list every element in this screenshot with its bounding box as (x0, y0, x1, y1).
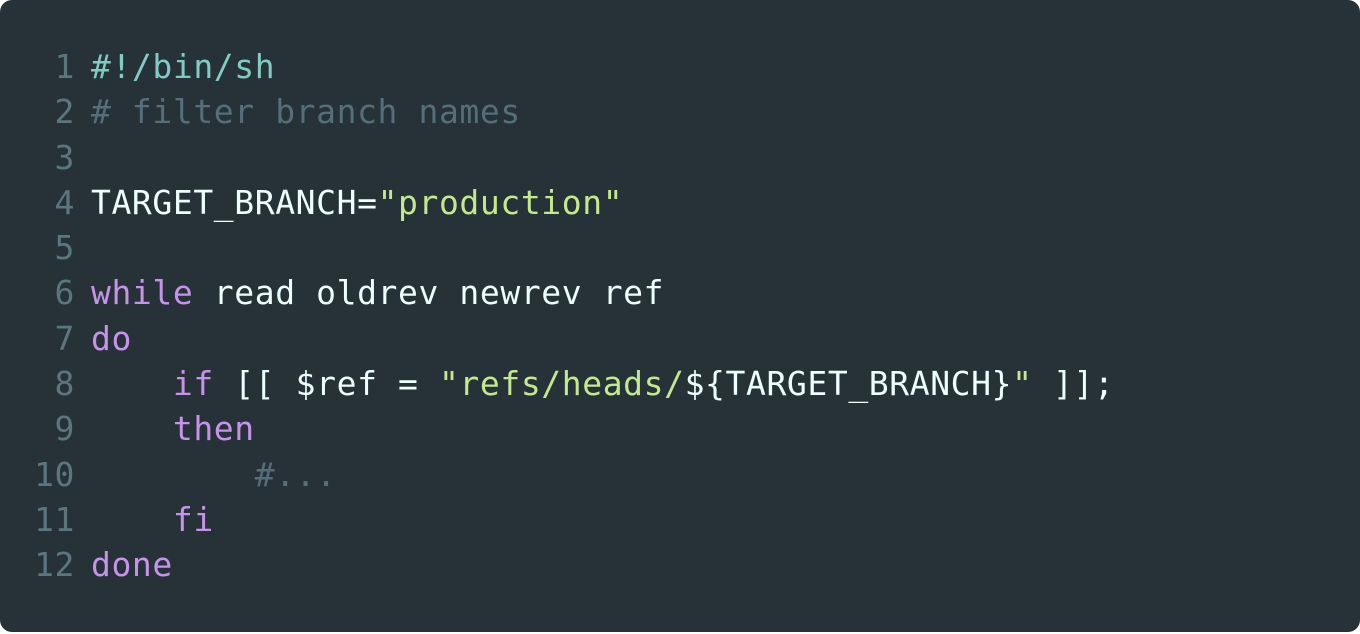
code-token-keyword: fi (172, 499, 214, 539)
code-token-comment: # filter branch names (91, 92, 521, 132)
line-number: 5 (54, 228, 75, 268)
code-token-plain: TARGET_BRANCH= (91, 182, 378, 222)
line-number: 10 (34, 454, 75, 494)
line-code[interactable]: #... (91, 452, 337, 497)
line-number: 3 (54, 137, 75, 177)
line-number: 4 (54, 182, 75, 222)
code-token-string: "refs/heads/ (438, 364, 685, 404)
line-code[interactable]: #!/bin/sh (91, 44, 275, 89)
line-number: 11 (34, 499, 75, 539)
line-code[interactable]: while read oldrev newrev ref (91, 270, 664, 315)
code-lines: 1 #!/bin/sh 2 # filter branch names 3 4 TARGET… (0, 44, 1360, 588)
line-number: 7 (54, 318, 75, 358)
line-number: 1 (54, 47, 75, 86)
code-line: 10 #... (0, 452, 1360, 497)
line-code[interactable]: done (91, 542, 173, 587)
code-line: 9 then (0, 406, 1360, 451)
code-token-keyword: do (91, 318, 132, 358)
line-number: 9 (54, 409, 75, 449)
code-token-plain: ]]; (1032, 364, 1115, 404)
code-line: 1 #!/bin/sh (0, 44, 1360, 89)
code-token-comment: #... (254, 454, 337, 494)
code-token-keyword: while (91, 273, 194, 313)
code-token-keyword: done (91, 545, 173, 585)
line-number: 8 (54, 364, 75, 404)
code-token-keyword: then (172, 409, 255, 449)
code-line: 5 (0, 225, 1360, 270)
line-number: 6 (54, 273, 75, 313)
line-code[interactable]: if [[ $ref = "refs/heads/${TARGET_BRANCH… (91, 361, 1114, 406)
line-code[interactable]: then (91, 406, 255, 451)
code-token-plain: [[ $ref = (213, 364, 439, 404)
line-code[interactable]: TARGET_BRANCH="production" (91, 180, 623, 225)
line-code[interactable]: do (91, 316, 132, 361)
code-token-string: " (1012, 364, 1033, 404)
code-line: 12 done (0, 542, 1360, 587)
code-line: 7 do (0, 316, 1360, 361)
code-line: 11 fi (0, 497, 1360, 542)
code-line: 4 TARGET_BRANCH="production" (0, 180, 1360, 225)
code-editor-panel[interactable]: 1 #!/bin/sh 2 # filter branch names 3 4 TARGET… (0, 0, 1360, 632)
code-token-plain: read oldrev newrev ref (193, 273, 665, 313)
code-token-string: "production" (377, 182, 624, 222)
line-code[interactable]: fi (91, 497, 214, 542)
code-line: 6 while read oldrev newrev ref (0, 270, 1360, 315)
code-line: 3 (0, 135, 1360, 180)
code-token-keyword: if (172, 364, 214, 404)
code-token-plain: ${TARGET_BRANCH} (684, 364, 1013, 404)
line-code[interactable]: # filter branch names (91, 89, 521, 134)
line-number: 2 (54, 92, 75, 132)
code-line: 2 # filter branch names (0, 89, 1360, 134)
code-token-shebang: #!/bin/sh (91, 47, 276, 86)
code-line: 8 if [[ $ref = "refs/heads/${TARGET_BRAN… (0, 361, 1360, 406)
line-number: 12 (34, 545, 75, 585)
